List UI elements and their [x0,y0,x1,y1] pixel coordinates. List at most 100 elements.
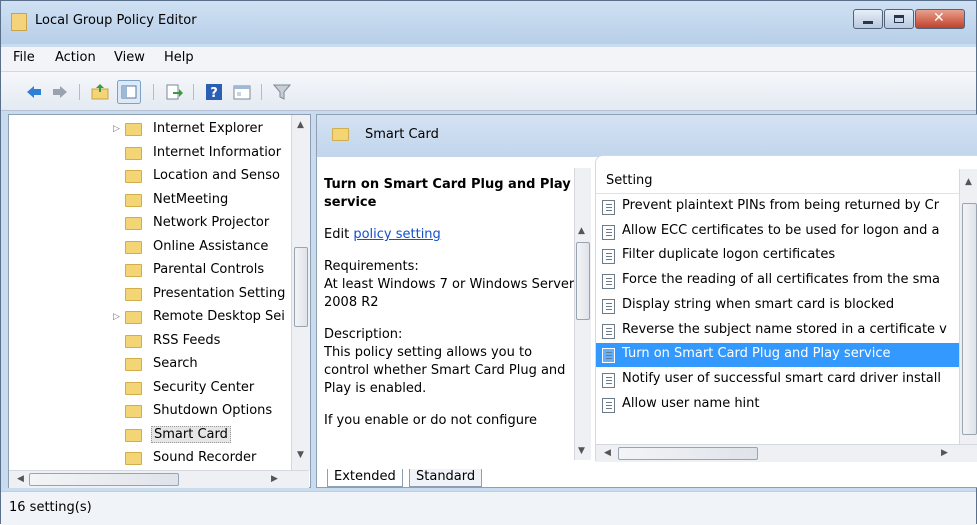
folder-icon [125,405,142,418]
menu-view[interactable]: View [114,50,145,65]
tree-vertical-scrollbar[interactable]: ▲ ▼ [291,115,310,470]
edit-policy-link[interactable]: policy setting [353,227,440,242]
setting-label: Prevent plaintext PINs from being return… [622,198,940,213]
scroll-up-icon[interactable]: ▲ [965,177,972,187]
tree-item-label: Network Projector [153,215,270,230]
properties-icon[interactable] [233,83,251,101]
setting-row[interactable]: Prevent plaintext PINs from being return… [596,195,959,219]
edit-line: Edit policy setting [324,226,577,244]
close-button[interactable]: ✕ [915,9,965,29]
description-block: Description: This policy setting allows y… [324,326,577,398]
menu-help[interactable]: Help [164,50,194,65]
tree-item[interactable]: Security Center [9,378,291,401]
tree-item-label: NetMeeting [153,191,229,207]
list-vertical-scrollbar[interactable]: ▲ [959,169,977,444]
menu-file[interactable]: File [13,50,35,65]
tree-scroll-thumb[interactable] [294,247,308,327]
maximize-icon [894,15,904,23]
scroll-down-icon[interactable]: ▼ [297,450,304,460]
minimize-button[interactable] [853,9,883,29]
setting-row[interactable]: Reverse the subject name stored in a cer… [596,319,959,343]
details-header-title: Smart Card [365,127,439,142]
requirements-block: Requirements: At least Windows 7 or Windo… [324,258,577,312]
expand-arrow-icon[interactable]: ▷ [113,124,120,134]
scroll-left-icon[interactable]: ◀ [604,448,611,458]
more-text: If you enable or do not configure [324,413,538,428]
setting-label: Filter duplicate logon certificates [622,247,836,263]
scroll-down-icon[interactable]: ▼ [578,446,585,456]
list-hscroll-thumb[interactable] [618,447,758,460]
description-text: This policy setting allows you to contro… [324,345,566,396]
tree-item-label: Smart Card [151,425,231,443]
up-folder-icon[interactable] [91,83,109,101]
setting-row[interactable]: Force the reading of all certificates fr… [596,269,959,293]
folder-icon [125,146,142,160]
setting-row[interactable]: Turn on Smart Card Plug and Play service [596,343,959,368]
setting-row[interactable]: Allow ECC certificates to be used for lo… [596,220,959,244]
forward-arrow-icon[interactable] [51,83,69,101]
description-scrollbar[interactable]: ▲ ▼ [574,168,591,460]
show-hide-tree-icon[interactable] [117,80,141,104]
expand-arrow-icon[interactable]: ▷ [113,312,120,322]
policy-setting-icon [602,200,615,215]
tree-item[interactable]: RSS Feeds [9,331,291,354]
list-horizontal-scrollbar[interactable]: ◀ ▶ [596,444,977,462]
toolbar-separator [79,84,80,100]
tree-hscroll-thumb[interactable] [29,473,179,486]
scroll-right-icon[interactable]: ▶ [941,448,948,458]
toolbar-separator [153,84,154,100]
tree-item[interactable]: Parental Controls [9,260,291,283]
folder-icon [125,334,142,348]
setting-row[interactable]: Allow user name hint [596,393,959,417]
scroll-up-icon[interactable]: ▲ [297,120,304,130]
tree-item[interactable]: NetMeeting [9,190,291,213]
menu-action[interactable]: Action [55,50,96,65]
svg-text:?: ? [210,86,218,101]
tree-item[interactable]: Search [9,354,291,377]
description-label: Description: [324,327,403,342]
tree-item[interactable]: ▷ Remote Desktop Sei [9,307,291,330]
toolbar: ? [1,72,976,111]
filter-icon[interactable] [273,83,291,101]
setting-row[interactable]: Display string when smart card is blocke… [596,294,959,318]
list-scroll-thumb[interactable] [962,203,977,435]
scroll-right-icon[interactable]: ▶ [271,474,278,484]
policy-setting-icon [602,397,615,413]
window-title: Local Group Policy Editor [35,13,197,28]
menu-bar: File Action View Help [1,47,976,71]
tree-item-label: RSS Feeds [153,332,221,348]
policy-setting-icon [602,323,615,339]
tree-item[interactable]: Location and Senso [9,166,291,189]
column-header-setting[interactable]: Setting [596,169,959,194]
tab-standard[interactable]: Standard [409,469,483,487]
export-list-icon[interactable] [165,83,183,101]
tree-item[interactable]: Shutdown Options [9,401,291,424]
setting-row[interactable]: Notify user of successful smart card dri… [596,368,959,392]
tree-item[interactable]: Sound Recorder [9,448,291,470]
tree-item[interactable]: ▷ Internet Explorer [9,119,291,142]
setting-label: Reverse the subject name stored in a cer… [622,321,947,337]
description-scroll-thumb[interactable] [576,242,590,320]
folder-icon [125,428,142,442]
tree-item[interactable]: Internet Informatior [9,143,291,166]
back-arrow-icon[interactable] [25,83,43,101]
tab-extended[interactable]: Extended [327,469,403,487]
scroll-left-icon[interactable]: ◀ [17,474,24,484]
app-icon [11,13,27,31]
status-bar: 16 setting(s) [1,491,976,525]
tree-item[interactable]: Online Assistance [9,237,291,260]
folder-icon [125,264,142,277]
tree-horizontal-scrollbar[interactable]: ◀ ▶ [9,470,309,488]
tree-item-label: Search [153,356,198,371]
tree-item[interactable]: Presentation Setting [9,284,291,307]
maximize-button[interactable] [884,9,914,29]
tree-item[interactable]: Smart Card [9,425,291,448]
tree-item-label: Internet Informatior [153,144,282,160]
title-bar: Local Group Policy Editor ✕ [1,1,976,44]
tree-item[interactable]: Network Projector [9,213,291,236]
setting-row[interactable]: Filter duplicate logon certificates [596,244,959,268]
policy-setting-icon [602,372,615,388]
folder-icon [125,240,142,254]
help-icon[interactable]: ? [205,83,223,101]
scroll-up-icon[interactable]: ▲ [578,226,585,236]
